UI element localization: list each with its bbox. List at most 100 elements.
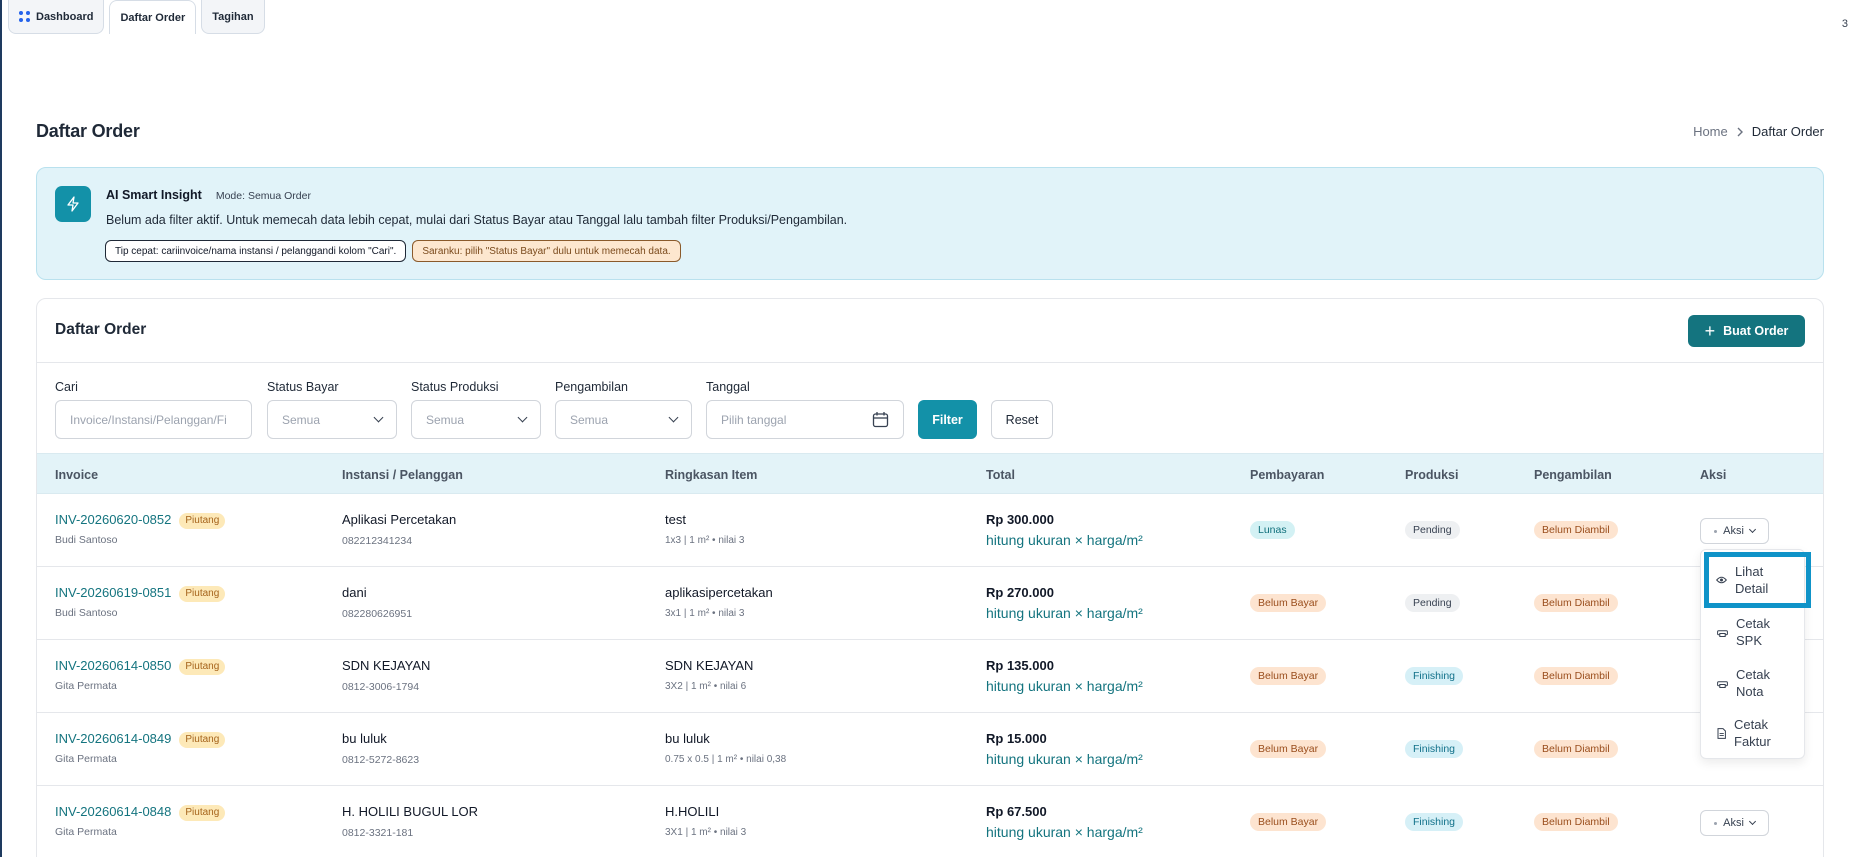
production-status-badge: Pending	[1405, 521, 1460, 539]
total-amount: Rp 135.000	[986, 658, 1054, 673]
pickup-status-badge: Belum Diambil	[1534, 667, 1618, 685]
search-placeholder: Invoice/Instansi/Pelanggan/Fi	[70, 412, 227, 427]
status-bayar-value: Semua	[282, 412, 321, 427]
column-header-total: Total	[986, 468, 1015, 482]
card-divider	[37, 362, 1823, 363]
dot-icon	[1714, 529, 1718, 533]
invoice-link[interactable]: INV-20260614-0850	[55, 658, 171, 673]
production-status-badge: Finishing	[1405, 740, 1464, 758]
insight-suggestion-chip[interactable]: Saranku: pilih "Status Bayar" dulu untuk…	[412, 240, 681, 262]
piutang-badge: Piutang	[179, 659, 226, 675]
item-detail: 3X2 | 1 m² • nilai 6	[665, 681, 747, 692]
menu-label: Cetak Nota	[1736, 667, 1770, 699]
staff-name: Budi Santoso	[55, 534, 118, 546]
calendar-icon[interactable]	[872, 411, 889, 428]
filter-button[interactable]: Filter	[918, 400, 977, 439]
customer-phone: 082280626951	[342, 608, 413, 620]
window-left-edge	[0, 0, 2, 857]
menu-label: Cetak Faktur	[1734, 717, 1771, 749]
column-header-ringkasan: Ringkasan Item	[665, 468, 758, 482]
tab-tagihan-label: Tagihan	[212, 10, 254, 23]
item-detail: 0.75 x 0.5 | 1 m² • nilai 0,38	[665, 754, 787, 765]
ai-insight-panel: AI Smart Insight Mode: Semua Order Belum…	[36, 167, 1824, 280]
tab-tagihan[interactable]: Tagihan	[201, 0, 265, 34]
document-icon	[1717, 727, 1726, 739]
insight-mode: Mode: Semua Order	[215, 190, 311, 202]
aksi-label: Aksi	[1723, 817, 1744, 829]
tab-daftar-order[interactable]: Daftar Order	[109, 0, 197, 34]
chevron-down-icon	[1748, 525, 1756, 534]
payment-status-badge: Belum Bayar	[1250, 813, 1327, 831]
payment-status-badge: Belum Bayar	[1250, 594, 1327, 612]
tanggal-placeholder: Pilih tanggal	[721, 412, 787, 427]
pengambilan-select[interactable]: Semua	[555, 400, 692, 439]
tanggal-input[interactable]: Pilih tanggal	[706, 400, 904, 439]
invoice-link[interactable]: INV-20260620-0852	[55, 512, 171, 527]
card-title: Daftar Order	[55, 321, 147, 338]
tab-daftar-order-label: Daftar Order	[120, 11, 186, 24]
column-header-pembayaran: Pembayaran	[1250, 468, 1325, 482]
menu-label: Cetak SPK	[1736, 616, 1770, 648]
buat-order-button[interactable]: + Buat Order	[1688, 315, 1805, 347]
item-detail: 1x3 | 1 m² • nilai 3	[665, 535, 745, 546]
item-name: aplikasipercetakan	[665, 585, 773, 600]
status-produksi-label: Status Produksi	[411, 380, 499, 394]
menu-item-cetak-faktur[interactable]: Cetak Faktur	[1701, 714, 1806, 752]
chevron-right-icon	[1737, 127, 1743, 136]
customer-name: H. HOLILI BUGUL LOR	[342, 804, 479, 819]
invoice-link[interactable]: INV-20260614-0848	[55, 804, 171, 819]
chevron-down-icon	[668, 412, 679, 423]
chevron-down-icon	[517, 412, 528, 423]
customer-phone: 0812-3321-181	[342, 827, 414, 839]
customer-name: SDN KEJAYAN	[342, 658, 431, 673]
insight-title: AI Smart Insight	[106, 188, 202, 202]
item-detail: 3x1 | 1 m² • nilai 3	[665, 608, 745, 619]
search-label: Cari	[55, 380, 78, 394]
printer-icon	[1717, 629, 1728, 637]
aksi-button[interactable]: Aksi	[1700, 810, 1769, 836]
status-bayar-select[interactable]: Semua	[267, 400, 397, 439]
aksi-label: Aksi	[1723, 525, 1744, 537]
column-header-instansi: Instansi / Pelanggan	[342, 468, 463, 482]
customer-name: bu luluk	[342, 731, 387, 746]
item-name: test	[665, 512, 686, 527]
grid-icon	[19, 11, 30, 22]
pengambilan-value: Semua	[570, 412, 609, 427]
aksi-button[interactable]: Aksi	[1700, 518, 1769, 544]
status-produksi-select[interactable]: Semua	[411, 400, 541, 439]
production-status-badge: Pending	[1405, 594, 1460, 612]
breadcrumb-home[interactable]: Home	[1693, 124, 1728, 139]
column-header-produksi: Produksi	[1405, 468, 1459, 482]
menu-item-cetak-nota[interactable]: Cetak Nota	[1701, 664, 1806, 702]
payment-status-badge: Belum Bayar	[1250, 667, 1327, 685]
plus-icon: +	[1704, 321, 1716, 341]
invoice-link[interactable]: INV-20260619-0851	[55, 585, 171, 600]
column-header-pengambilan: Pengambilan	[1534, 468, 1612, 482]
invoice-link[interactable]: INV-20260614-0849	[55, 731, 171, 746]
search-input[interactable]: Invoice/Instansi/Pelanggan/Fi	[55, 400, 252, 439]
tab-dashboard[interactable]: Dashboard	[8, 0, 105, 34]
column-header-aksi: Aksi	[1700, 468, 1727, 482]
dot-icon	[1714, 821, 1718, 825]
table-row: INV-20260614-0850 Piutang Gita Permata SD…	[37, 640, 1823, 713]
piutang-badge: Piutang	[179, 513, 226, 529]
buat-order-label: Buat Order	[1723, 324, 1789, 338]
reset-button[interactable]: Reset	[991, 400, 1053, 439]
total-amount: Rp 15.000	[986, 731, 1047, 746]
printer-icon	[1717, 680, 1728, 688]
staff-name: Gita Permata	[55, 753, 117, 765]
menu-item-cetak-spk[interactable]: Cetak SPK	[1701, 613, 1806, 651]
item-name: H.HOLILI	[665, 804, 720, 819]
table-row: INV-20260619-0851 Piutang Budi Santoso da…	[37, 567, 1823, 640]
total-formula: hitung ukuran × harga/m²	[986, 532, 1143, 548]
menu-item-lihat-detail[interactable]: Lihat Detail	[1704, 552, 1811, 608]
piutang-badge: Piutang	[179, 586, 226, 602]
breadcrumb-current: Daftar Order	[1751, 124, 1824, 139]
payment-status-badge: Lunas	[1250, 521, 1295, 539]
total-amount: Rp 270.000	[986, 585, 1054, 600]
total-formula: hitung ukuran × harga/m²	[986, 678, 1143, 694]
customer-name: Aplikasi Percetakan	[342, 512, 457, 527]
total-amount: Rp 300.000	[986, 512, 1054, 527]
status-produksi-value: Semua	[426, 412, 465, 427]
breadcrumb: Home Daftar Order	[1693, 124, 1824, 139]
